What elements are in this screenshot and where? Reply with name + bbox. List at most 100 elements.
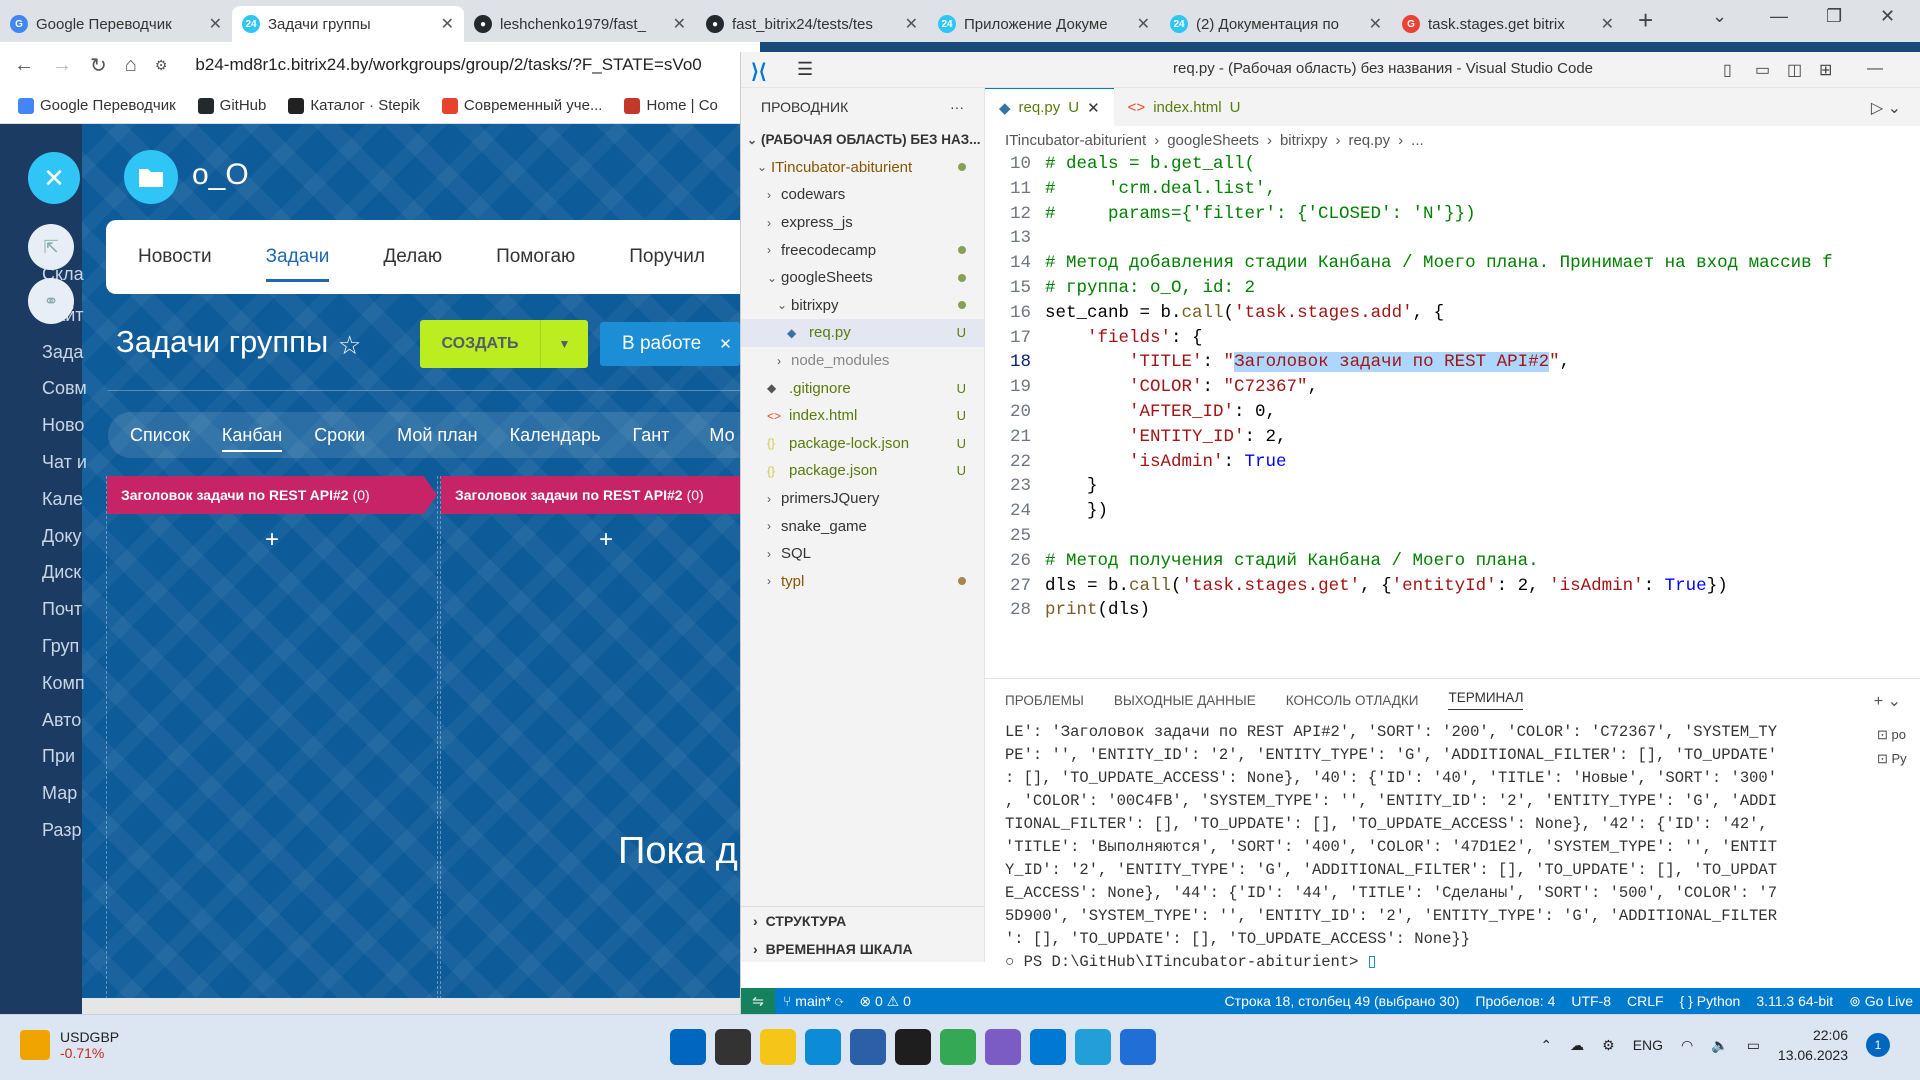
panel-tab[interactable]: ВЫХОДНЫЕ ДАННЫЕ [1114,693,1256,708]
task-view-icon[interactable] [715,1029,751,1065]
terminal-icon[interactable] [895,1029,931,1065]
view-tab[interactable]: Гант [632,425,669,446]
battery-icon[interactable]: ▭ [1747,1037,1760,1054]
group-menu-item[interactable]: Новости [114,220,242,294]
panel-tab[interactable]: КОНСОЛЬ ОТЛАДКИ [1286,693,1419,708]
breadcrumb-item[interactable]: ... [1411,132,1424,149]
add-task-icon[interactable]: + [107,526,437,554]
forward-icon[interactable]: → [52,54,72,77]
link-icon[interactable]: ⚭ [28,278,74,324]
telegram-icon[interactable] [1075,1029,1111,1065]
close-icon[interactable]: ✕ [673,14,686,34]
vscode-icon[interactable] [1030,1029,1066,1065]
home-icon[interactable]: ⌂ [125,54,137,77]
browser-tab[interactable]: 24 Приложение Докуме ✕ [928,6,1160,42]
tree-item[interactable]: › codewars [741,181,984,209]
left-menu-item[interactable]: Авто [42,710,81,731]
tree-item[interactable]: › freecodecamp [741,236,984,264]
menu-icon[interactable]: ☰ [797,59,813,80]
git-branch[interactable]: ⑂ main* ⟳ [775,993,851,1009]
left-menu-item[interactable]: Комп [42,673,85,694]
close-icon[interactable]: ✕ [1087,99,1100,117]
bookmark[interactable]: Google Переводчик [18,97,176,114]
view-tab[interactable]: Канбан [221,425,283,452]
view-tab[interactable]: Мо [709,425,734,446]
ticker-widget[interactable]: USDGBP -0.71% [20,1029,119,1061]
onedrive-icon[interactable]: ☁ [1570,1037,1584,1054]
star-icon[interactable]: ☆ [338,330,361,361]
close-icon[interactable]: ✕ [441,14,454,34]
bookmark[interactable]: Современный уче... [441,97,602,114]
settings-icon[interactable]: ⚙ [1602,1037,1615,1054]
tree-item[interactable]: ⌄ googleSheets [741,264,984,292]
minimize-icon[interactable]: — [1770,6,1788,27]
restore-icon[interactable]: ❐ [1826,6,1842,27]
close-slider-button[interactable]: ✕ [28,152,80,204]
new-terminal-icon[interactable]: + ⌄ [1874,691,1901,711]
back-icon[interactable]: ← [14,54,34,77]
tree-item[interactable]: <> index.html U [741,402,984,430]
penguin-icon[interactable] [1120,1029,1156,1065]
tree-item[interactable]: › typl [741,568,984,596]
eol[interactable]: CRLF [1619,993,1672,1009]
url-field[interactable]: b24-md8r1c.bitrix24.by/workgroups/group/… [195,55,701,75]
tree-item[interactable]: ◆ .gitignore U [741,374,984,402]
cursor-position[interactable]: Строка 18, столбец 49 (выбрано 30) [1217,993,1468,1009]
terminal-instance[interactable]: ⊡ po [1877,727,1920,751]
problems-count[interactable]: ⊗ 0 ⚠ 0 [851,993,919,1010]
wifi-icon[interactable]: ◠ [1681,1037,1693,1054]
new-tab-icon[interactable]: + [1624,5,1667,42]
left-menu-item[interactable]: Диск [42,562,81,583]
toggle-panel-icon[interactable]: ▭ [1755,60,1770,80]
breadcrumb-item[interactable]: req.py [1348,132,1390,149]
left-menu-item[interactable]: Кале [42,489,83,510]
tree-item[interactable]: {} package-lock.json U [741,430,984,458]
tree-item[interactable]: › snake_game [741,512,984,540]
left-menu-item[interactable]: Доку [42,526,81,547]
terminal-instance[interactable]: ⊡ Py [1877,751,1920,775]
edge-icon[interactable] [805,1029,841,1065]
browser-tab[interactable]: G Google Переводчик ✕ [0,6,232,42]
indentation[interactable]: Пробелов: 4 [1467,993,1563,1009]
group-menu-item[interactable]: Делаю [359,220,472,294]
chevron-up-icon[interactable]: ⌃ [1540,1037,1552,1054]
browser-tab[interactable]: 24 (2) Документация по ✕ [1160,6,1392,42]
view-tab[interactable]: Сроки [314,425,365,446]
start-icon[interactable] [670,1029,706,1065]
bookmark[interactable]: GitHub [197,97,266,114]
browser-tab[interactable]: 24 Задачи группы ✕ [232,6,464,42]
browser-tab[interactable]: Gtask.stages.get bitrix ✕ [1392,6,1624,42]
close-icon[interactable]: ✕ [905,14,918,34]
left-menu-item[interactable]: Зада [42,342,83,363]
open-in-new-icon[interactable]: ⇱ [28,224,74,270]
code-view[interactable]: 10 # deals = b.get_all(11 # 'crm.deal.list… [985,154,1920,622]
terminal-output[interactable]: LE': 'Заголовок задачи по REST API#2', '… [985,721,1845,974]
volume-icon[interactable]: 🔈 [1711,1037,1728,1054]
app-icon[interactable] [985,1029,1021,1065]
workspace-header[interactable]: ⌄ (РАБОЧАЯ ОБЛАСТЬ) БЕЗ НАЗ... [741,126,984,154]
tree-item[interactable]: › node_modules [741,347,984,375]
run-icon[interactable]: ▷ ⌄ [1871,98,1901,118]
outline-section[interactable]: › ВРЕМЕННАЯ ШКАЛА [741,935,985,963]
filter-chip[interactable]: В работе ✕ [600,322,740,366]
left-menu-item[interactable]: При [42,746,75,767]
breadcrumb-item[interactable]: ITincubator-abiturient [1005,132,1146,149]
group-menu-item[interactable]: Поручил [605,220,735,294]
tree-item[interactable]: › primersJQuery [741,485,984,513]
python-interpreter[interactable]: 3.11.3 64-bit [1748,993,1841,1009]
group-menu-item[interactable]: Задачи [242,220,360,294]
kanban-column-header[interactable]: Заголовок задачи по REST API#2 (0) [441,476,740,514]
language[interactable]: ENG [1633,1037,1663,1053]
browser-tab[interactable]: ● fast_bitrix24/tests/tes ✕ [696,6,928,42]
left-menu-item[interactable]: Мар [42,783,77,804]
left-menu-item[interactable]: Совм [42,378,87,399]
file-explorer-icon[interactable] [760,1029,796,1065]
create-button[interactable]: СОЗДАТЬ ▼ [420,320,588,368]
reload-icon[interactable]: ↻ [90,53,107,78]
left-menu-item[interactable]: Чат и [42,452,87,473]
chrome-icon[interactable] [940,1029,976,1065]
close-icon[interactable]: ✕ [1369,14,1382,34]
language-mode[interactable]: { } Python [1672,993,1749,1009]
breadcrumb-item[interactable]: bitrixpy [1280,132,1328,149]
editor-tab[interactable]: ◆ req.py U ✕ [985,88,1114,126]
